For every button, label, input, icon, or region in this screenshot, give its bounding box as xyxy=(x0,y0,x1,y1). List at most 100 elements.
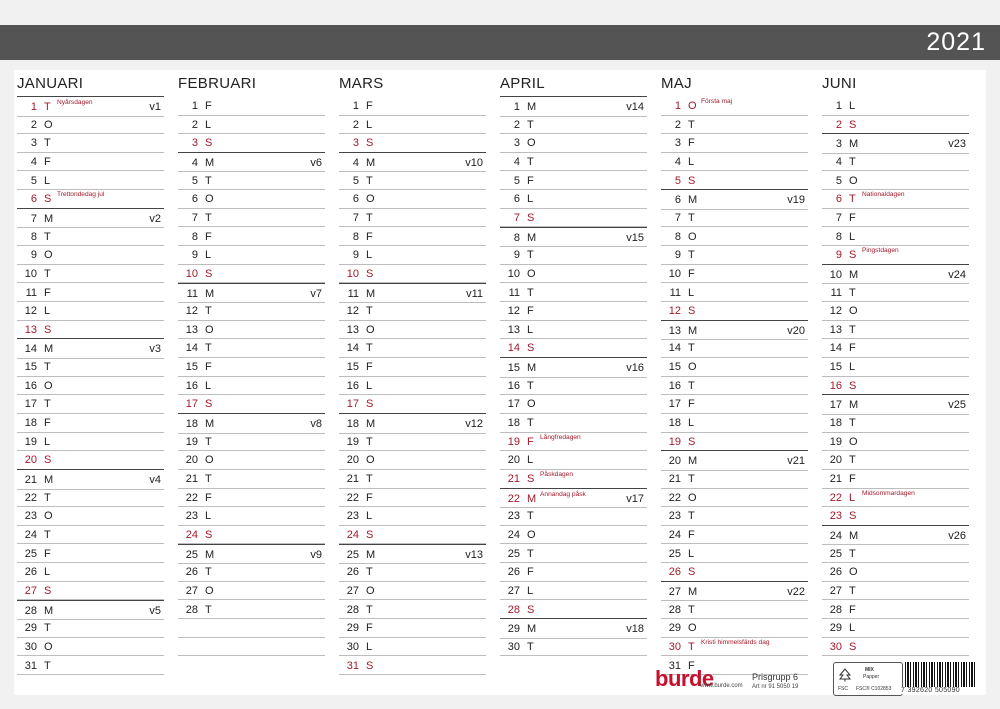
day-row: 17 O xyxy=(500,394,647,414)
day-row: 5O xyxy=(822,171,969,191)
week-number: v3 xyxy=(149,343,161,356)
day-number: 24 xyxy=(668,528,681,541)
week-number: v2 xyxy=(149,212,161,225)
day-row: 3S xyxy=(178,133,325,153)
weekday-letter: F xyxy=(366,622,373,635)
month-name: JANUARI xyxy=(17,75,84,92)
day-number: 18 xyxy=(24,417,37,430)
day-row: 12 L xyxy=(17,301,164,321)
day-number: 5 xyxy=(835,174,842,187)
weekday-letter: M xyxy=(849,399,859,412)
day-number: 21 xyxy=(346,473,359,485)
weekday-letter: T xyxy=(527,118,534,131)
day-row: 30 S xyxy=(822,637,969,657)
day-row: 19 T xyxy=(339,432,486,452)
day-row: 31 S xyxy=(339,656,486,675)
weekday-letter: M xyxy=(44,212,54,225)
weekday-letter: M xyxy=(527,101,537,113)
day-row: 29 L xyxy=(822,618,969,638)
day-row: 7T xyxy=(339,208,486,228)
day-row: 18 L xyxy=(661,413,808,433)
day-number: 25 xyxy=(829,547,842,560)
day-number: 31 xyxy=(24,659,37,672)
day-row: 24 Mv26 xyxy=(822,524,969,546)
month-column: JANUARI 1 T Nyårsdagen v1 2 O 3 T 4 F 5 L 6 S Trettonde… xyxy=(17,70,164,690)
day-number: 20 xyxy=(668,455,681,468)
week-number: v24 xyxy=(948,268,966,281)
day-number: 10 xyxy=(24,267,37,280)
weekday-letter: T xyxy=(44,659,51,672)
day-row: 13 O xyxy=(339,320,486,340)
weekday-letter: M xyxy=(205,548,215,561)
day-number: 24 xyxy=(185,528,198,541)
day-row: 27 Mv22 xyxy=(661,580,808,602)
weekday-letter: O xyxy=(44,510,53,523)
weekday-letter: M xyxy=(688,455,698,468)
weekday-letter: T xyxy=(688,342,695,355)
weekday-letter: F xyxy=(366,491,373,504)
weekday-letter: M xyxy=(366,548,376,561)
weekday-letter: M xyxy=(527,492,537,505)
day-row: 25 Mv9 xyxy=(178,543,325,565)
weekday-letter: T xyxy=(44,101,51,113)
day-number: 8 xyxy=(513,231,520,244)
day-number: 15 xyxy=(507,362,520,375)
fsc-mix: MIX xyxy=(865,667,874,673)
weekday-letter: T xyxy=(849,584,856,597)
weekday-letter: F xyxy=(44,547,51,560)
day-row: 11 Mv11 xyxy=(339,282,486,303)
weekday-letter: F xyxy=(688,528,695,541)
week-number: v25 xyxy=(948,399,966,412)
weekday-letter: O xyxy=(849,566,858,579)
day-row: 6L xyxy=(500,189,647,209)
weekday-letter: T xyxy=(44,267,51,280)
day-number: 1 xyxy=(191,100,198,112)
day-row: 29 Mv18 xyxy=(500,618,647,639)
day-number: 12 xyxy=(24,305,37,318)
weekday-letter: S xyxy=(527,342,535,355)
fsc-label: FSC xyxy=(838,686,848,692)
weekday-letter: S xyxy=(205,137,213,150)
holiday-name: Första maj xyxy=(701,98,733,105)
weekday-letter: T xyxy=(205,211,212,224)
day-number: 13 xyxy=(829,323,842,336)
day-number: 4 xyxy=(30,155,37,168)
day-number: 17 xyxy=(507,398,520,411)
day-number: 7 xyxy=(191,211,198,224)
week-number: v5 xyxy=(149,604,161,617)
day-row: 23 L xyxy=(339,506,486,526)
day-row: 21 Mv4 xyxy=(17,469,164,490)
day-row: 24 T xyxy=(17,525,164,545)
month-name: MARS xyxy=(339,75,384,92)
weekday-letter: T xyxy=(44,491,51,504)
day-number: 22 xyxy=(668,491,681,504)
holiday-name: Trettondedag jul xyxy=(57,191,105,199)
weekday-letter: L xyxy=(366,379,373,392)
weekday-letter: L xyxy=(688,286,695,299)
day-number: 9 xyxy=(191,249,198,262)
day-number: 16 xyxy=(346,379,359,392)
weekday-letter: M xyxy=(44,343,54,356)
day-number: 1 xyxy=(835,100,842,112)
day-row: 22 F xyxy=(339,488,486,508)
week-number: v10 xyxy=(465,156,483,169)
weekday-letter: O xyxy=(688,622,697,635)
day-number: 11 xyxy=(186,287,198,300)
week-number: v26 xyxy=(948,529,966,542)
day-number: 26 xyxy=(185,566,198,579)
day-row: 23 O xyxy=(17,506,164,526)
day-number: 5 xyxy=(30,174,37,187)
day-number: 6 xyxy=(674,194,681,207)
day-number: 11 xyxy=(669,286,681,299)
weekday-letter: F xyxy=(688,398,695,411)
day-row: 3 Mv23 xyxy=(822,133,969,154)
day-row: 16 L xyxy=(339,376,486,396)
weekday-letter: T xyxy=(205,305,212,318)
day-row: 27 O xyxy=(178,581,325,601)
day-row: 19 L xyxy=(17,432,164,452)
week-number: v1 xyxy=(149,101,161,113)
day-row: 27 T xyxy=(822,581,969,601)
weekday-letter: F xyxy=(366,230,373,243)
day-number: 6 xyxy=(352,193,359,206)
weekday-letter: T xyxy=(849,454,856,467)
